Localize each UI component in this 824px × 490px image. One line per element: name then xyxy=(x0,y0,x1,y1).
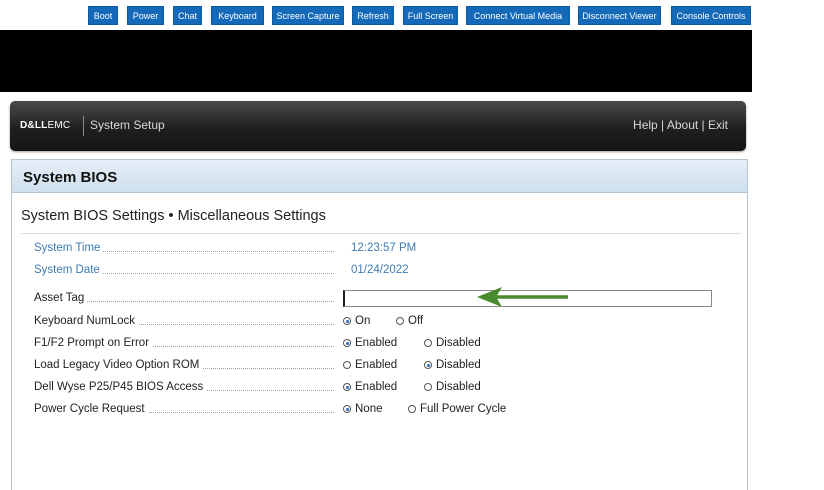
numlock-label: Keyboard NumLock xyxy=(34,315,138,327)
dell-emc-logo: D&LLEMC xyxy=(20,120,71,131)
panel-title: System BIOS xyxy=(23,169,118,186)
system-time-label: System Time xyxy=(34,242,104,254)
radio-unselected-icon xyxy=(396,317,404,325)
full-screen-button[interactable]: Full Screen xyxy=(403,6,458,25)
system-date-value: 01/24/2022 xyxy=(351,264,409,276)
system-date-label: System Date xyxy=(34,264,103,276)
system-time-row: System Time xyxy=(34,242,334,258)
legacy-video-disabled-radio[interactable]: Disabled xyxy=(424,359,481,371)
radio-unselected-icon xyxy=(424,383,432,391)
radio-selected-icon xyxy=(343,383,351,391)
power-cycle-row: Power Cycle Request xyxy=(34,403,334,419)
system-bios-panel: System BIOS System BIOS Settings • Misce… xyxy=(11,159,748,490)
disconnect-viewer-button[interactable]: Disconnect Viewer xyxy=(578,6,661,25)
power-cycle-none-radio[interactable]: None xyxy=(343,403,383,415)
radio-unselected-icon xyxy=(408,405,416,413)
console-controls-button[interactable]: Console Controls xyxy=(671,6,751,25)
radio-selected-icon xyxy=(343,405,351,413)
keyboard-button[interactable]: Keyboard xyxy=(211,6,264,25)
asset-tag-label: Asset Tag xyxy=(34,292,88,304)
radio-selected-icon xyxy=(343,339,351,347)
radio-unselected-icon xyxy=(424,339,432,347)
legacy-video-row: Load Legacy Video Option ROM xyxy=(34,359,334,375)
legacy-video-enabled-radio[interactable]: Enabled xyxy=(343,359,397,371)
boot-button[interactable]: Boot xyxy=(88,6,118,25)
system-date-row: System Date xyxy=(34,264,334,280)
f1f2-prompt-row: F1/F2 Prompt on Error xyxy=(34,337,334,353)
f1f2-prompt-label: F1/F2 Prompt on Error xyxy=(34,337,153,349)
power-cycle-full-radio[interactable]: Full Power Cycle xyxy=(408,403,506,415)
screen-capture-button[interactable]: Screen Capture xyxy=(272,6,344,25)
wyse-enabled-radio[interactable]: Enabled xyxy=(343,381,397,393)
numlock-on-radio[interactable]: On xyxy=(343,315,370,327)
system-setup-header: D&LLEMC System Setup Help | About | Exit xyxy=(10,101,746,151)
numlock-off-radio[interactable]: Off xyxy=(396,315,423,327)
page-subtitle: System BIOS Settings • Miscellaneous Set… xyxy=(21,208,326,224)
numlock-row: Keyboard NumLock xyxy=(34,315,334,331)
f1f2-enabled-radio[interactable]: Enabled xyxy=(343,337,397,349)
power-cycle-label: Power Cycle Request xyxy=(34,403,148,415)
f1f2-disabled-radio[interactable]: Disabled xyxy=(424,337,481,349)
refresh-button[interactable]: Refresh xyxy=(352,6,394,25)
asset-tag-row: Asset Tag xyxy=(34,292,334,308)
viewer-toolbar: Boot Power Chat Keyboard Screen Capture … xyxy=(0,0,824,30)
header-divider xyxy=(83,116,84,136)
header-title: System Setup xyxy=(90,118,165,132)
chat-button[interactable]: Chat xyxy=(173,6,202,25)
panel-header: System BIOS xyxy=(12,160,747,193)
wyse-disabled-radio[interactable]: Disabled xyxy=(424,381,481,393)
radio-unselected-icon xyxy=(343,361,351,369)
wyse-bios-access-label: Dell Wyse P25/P45 BIOS Access xyxy=(34,381,207,393)
subtitle-divider xyxy=(21,233,741,234)
console-black-area xyxy=(0,30,752,92)
power-button[interactable]: Power xyxy=(127,6,164,25)
help-about-exit-links[interactable]: Help | About | Exit xyxy=(633,118,728,132)
radio-selected-icon xyxy=(343,317,351,325)
legacy-video-label: Load Legacy Video Option ROM xyxy=(34,359,203,371)
arrow-left-icon xyxy=(477,287,568,307)
system-time-value: 12:23:57 PM xyxy=(351,242,417,254)
radio-selected-icon xyxy=(424,361,432,369)
connect-virtual-media-button[interactable]: Connect Virtual Media xyxy=(466,6,570,25)
wyse-bios-access-row: Dell Wyse P25/P45 BIOS Access xyxy=(34,381,334,397)
